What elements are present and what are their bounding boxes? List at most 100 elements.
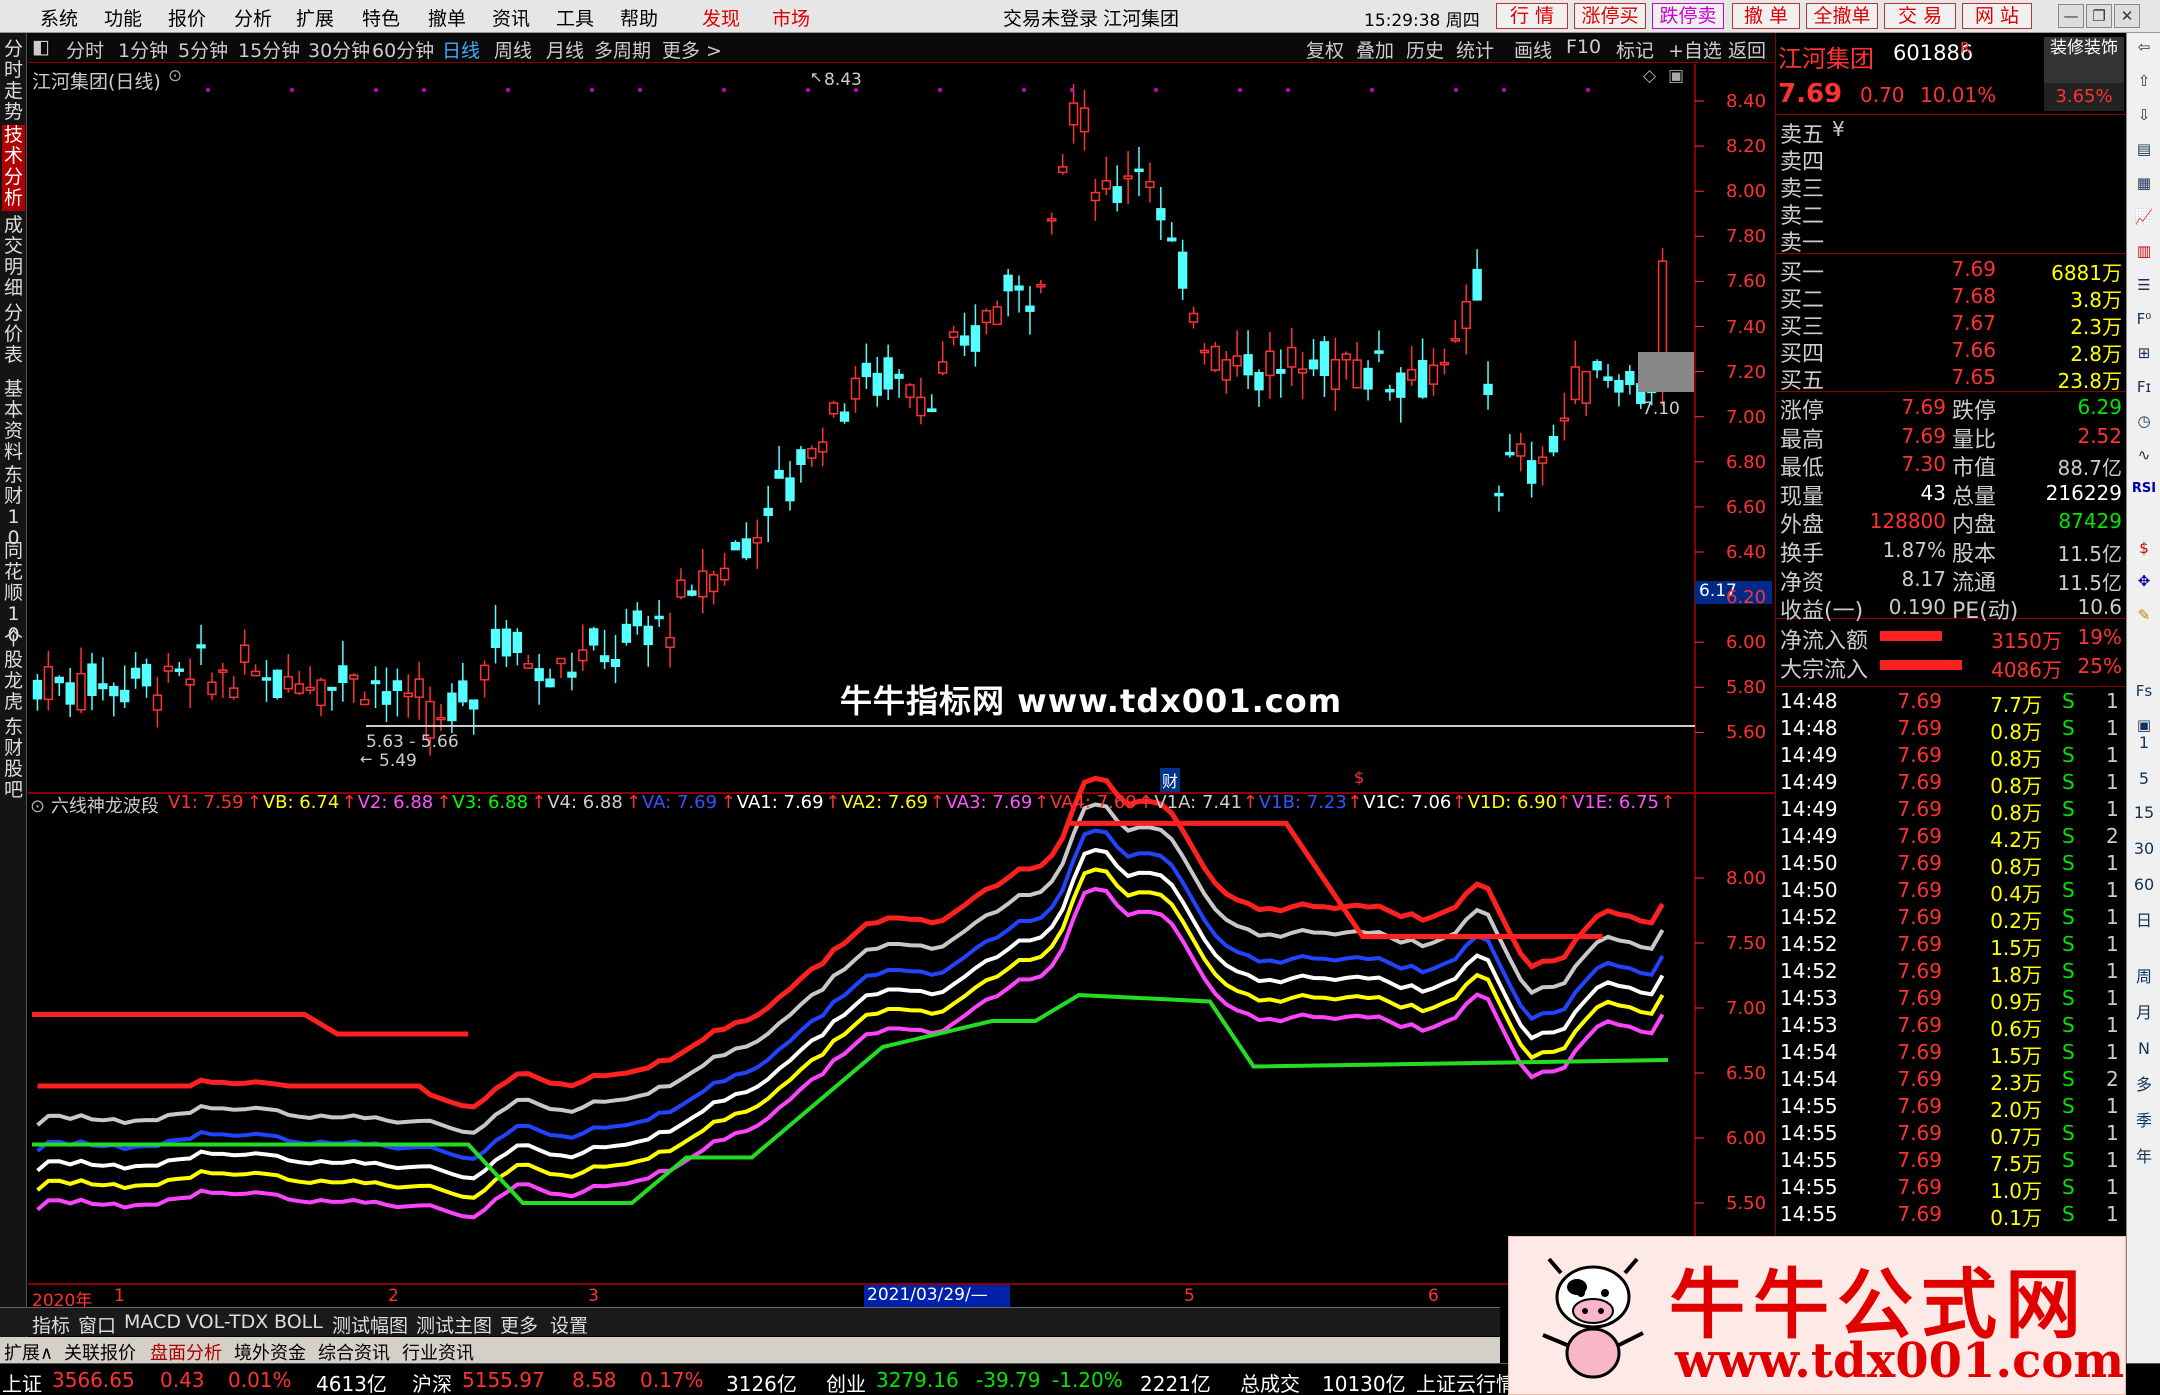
left-tab[interactable]: 成交明细 <box>2 215 25 301</box>
menu-item[interactable]: 撤单 <box>428 4 466 31</box>
period-item[interactable]: 15分钟 <box>238 36 300 63</box>
chart-tool[interactable]: F10 <box>1566 36 1601 58</box>
bottom-tab[interactable]: 更多 <box>500 1311 538 1338</box>
right-tool-item[interactable]: 60 <box>2131 875 2157 895</box>
right-tool-item[interactable]: 月 <box>2131 1003 2157 1023</box>
industry-button[interactable]: 装修装饰 <box>2044 37 2124 83</box>
right-tool-item[interactable]: 多 <box>2131 1075 2157 1095</box>
trade-button[interactable]: 网 站 <box>1962 3 2032 29</box>
restore-icon[interactable]: ❐ <box>2086 4 2112 28</box>
chart-settings-icon[interactable]: ⊙ <box>168 66 182 86</box>
period-item[interactable]: 30分钟 <box>308 36 370 63</box>
up-icon[interactable]: ⇧ <box>2131 71 2157 91</box>
bottom-tab[interactable]: 窗口 <box>78 1311 116 1338</box>
bottom-tab[interactable]: 测试幅图 <box>332 1311 408 1338</box>
cy-label[interactable]: 创业 <box>826 1368 866 1395</box>
money-icon[interactable]: $ <box>2131 538 2157 558</box>
pencil-icon[interactable]: ✎ <box>2131 605 2157 625</box>
right-tool-item[interactable]: 季 <box>2131 1111 2157 1131</box>
period-item[interactable]: 多周期 <box>594 36 651 63</box>
chart-tool[interactable]: 叠加 <box>1356 36 1394 63</box>
window-icon[interactable]: ▣ <box>1668 66 1684 86</box>
chart-area[interactable]: 江河集团(日线) ⊙ ◇ ▣ 8.43 ↖ 5.63 - 5.66 ← 5.49… <box>28 64 1774 1326</box>
left-tab[interactable]: 分时走势 <box>2 39 25 123</box>
fs-icon[interactable]: Fs <box>2131 681 2157 701</box>
trade-button[interactable]: 撤 单 <box>1732 3 1800 29</box>
down-icon[interactable]: ⇩ <box>2131 105 2157 125</box>
bottom-tab[interactable]: MACD <box>124 1311 181 1333</box>
period-item[interactable]: 更多 > <box>662 36 722 63</box>
trade-button[interactable]: 跌停卖 <box>1652 3 1724 29</box>
list-icon[interactable]: ☰ <box>2131 275 2157 295</box>
chart-tool[interactable]: 统计 <box>1456 36 1494 63</box>
chart-tool[interactable]: 画线 <box>1514 36 1552 63</box>
bottom-tab[interactable]: 指标 <box>32 1311 70 1338</box>
left-tab[interactable]: 技术分析 <box>2 125 25 211</box>
indicator-toggle-icon[interactable]: ⊙ <box>30 796 45 817</box>
right-tool-item[interactable]: 5 <box>2131 769 2157 789</box>
menu-item[interactable]: 分析 <box>234 4 272 31</box>
line-chart-icon[interactable]: 📈 <box>2131 207 2157 227</box>
f10-icon[interactable]: F⁰ <box>2131 309 2157 329</box>
left-tab[interactable]: 同花顺10 <box>2 541 25 646</box>
diamond-icon[interactable]: ◇ <box>1643 66 1656 86</box>
left-tab[interactable]: 东财10 <box>2 465 25 549</box>
chart-tool[interactable]: +自选 <box>1668 36 1722 63</box>
news-icon[interactable]: ▤ <box>2131 139 2157 159</box>
right-tool-item[interactable]: RSI <box>2131 479 2157 499</box>
close-icon[interactable]: ✕ <box>2114 4 2140 28</box>
minimize-icon[interactable]: — <box>2058 4 2084 28</box>
chart-tool[interactable]: 标记 <box>1616 36 1654 63</box>
menu-item[interactable]: 系统 <box>40 4 78 31</box>
period-item[interactable]: 周线 <box>494 36 532 63</box>
left-tab[interactable]: 东财股吧 <box>2 717 25 801</box>
chart-tool[interactable]: 历史 <box>1406 36 1444 63</box>
menu-item[interactable]: 资讯 <box>492 4 530 31</box>
bottom-tab[interactable]: 测试主图 <box>416 1311 492 1338</box>
bottom-tab[interactable]: VOL-TDX <box>186 1311 268 1333</box>
bottom-tab-2[interactable]: 关联报价 <box>64 1339 136 1365</box>
ad-banner[interactable]: 牛牛公式网 www.tdx001.com <box>1508 1236 2126 1395</box>
menu-market[interactable]: 市场 <box>772 4 810 31</box>
period-item[interactable]: 分时 <box>66 36 104 63</box>
right-tool-item[interactable]: 1 <box>2131 733 2157 753</box>
menu-item[interactable]: 报价 <box>168 4 206 31</box>
status-tail[interactable]: 上证云行情 <box>1416 1368 1516 1395</box>
move-icon[interactable]: ✥ <box>2131 571 2157 591</box>
period-item[interactable]: 60分钟 <box>372 36 434 63</box>
left-tab[interactable]: 基本资料 <box>2 379 25 463</box>
table-icon[interactable]: ▦ <box>2131 173 2157 193</box>
fx-icon[interactable]: Fɪ <box>2131 377 2157 397</box>
bottom-tab-2[interactable]: 扩展∧ <box>4 1339 53 1365</box>
trade-button[interactable]: 全撤单 <box>1806 3 1878 29</box>
sh-label[interactable]: 上证 <box>2 1368 42 1395</box>
bottom-tab-2[interactable]: 盘面分析 <box>150 1339 222 1365</box>
right-tool-item[interactable]: 30 <box>2131 839 2157 859</box>
menu-item[interactable]: 工具 <box>556 4 594 31</box>
chart-tool[interactable]: 复权 <box>1306 36 1344 63</box>
sz-label[interactable]: 沪深 <box>412 1368 452 1395</box>
toggle-icon[interactable]: ◧ <box>32 36 50 58</box>
bottom-tab-2[interactable]: 行业资讯 <box>402 1339 474 1365</box>
indicator-name[interactable]: 六线神龙波段 <box>51 796 159 817</box>
trade-button[interactable]: 行 情 <box>1496 3 1568 29</box>
grid-icon[interactable]: ⊞ <box>2131 343 2157 363</box>
period-item[interactable]: 5分钟 <box>178 36 228 63</box>
bottom-tab-2[interactable]: 境外资金 <box>234 1339 306 1365</box>
finance-marker[interactable]: 财 <box>1160 768 1181 792</box>
menu-item[interactable]: 特色 <box>362 4 400 31</box>
wave-icon[interactable]: ∿ <box>2131 445 2157 465</box>
trade-button[interactable]: 涨停买 <box>1574 3 1646 29</box>
right-tool-item[interactable]: N <box>2131 1039 2157 1059</box>
left-tab[interactable]: 个股龙虎 <box>2 629 25 715</box>
left-tab[interactable]: 分价表 <box>2 303 25 377</box>
back-icon[interactable]: ⇦ <box>2131 37 2157 57</box>
bottom-tab-2[interactable]: 综合资讯 <box>318 1339 390 1365</box>
dollar-marker[interactable]: $ <box>1354 768 1364 787</box>
trade-button[interactable]: 交 易 <box>1884 3 1956 29</box>
chart-tool[interactable]: 返回 <box>1728 36 1766 63</box>
bottom-tab[interactable]: 设置 <box>550 1311 588 1338</box>
menu-discover[interactable]: 发现 <box>702 4 740 31</box>
clock-icon[interactable]: ◷ <box>2131 411 2157 431</box>
right-tool-item[interactable]: 周 <box>2131 967 2157 987</box>
